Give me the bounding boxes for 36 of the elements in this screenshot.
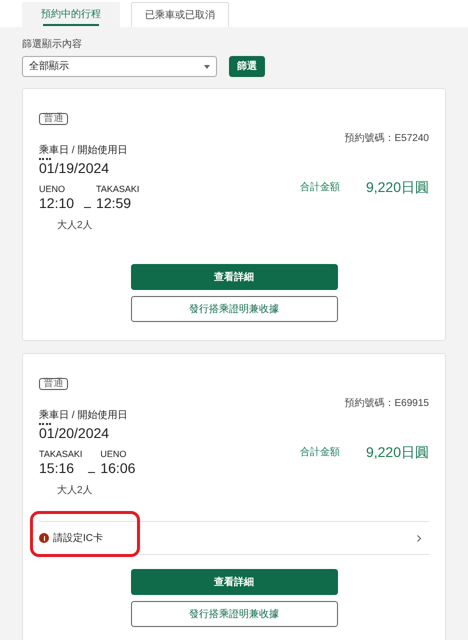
receipt-button[interactable]: 發行搭乘證明兼收據 [130, 296, 338, 322]
tab[interactable]: 已乘車或已取消 [131, 2, 229, 27]
filter-dropdown[interactable]: 全部顯示 [22, 56, 217, 77]
alert-text: 請設定IC卡 [53, 532, 103, 546]
arrival-time: 12:59 [96, 195, 132, 212]
class-badge: 普通 [39, 113, 68, 125]
passenger-count: 大人2人 [57, 220, 93, 231]
reservation-number: 預約號碼：E57240 [344, 133, 429, 145]
alert-icon [39, 533, 49, 543]
passenger-count: 大人2人 [57, 485, 93, 496]
details-button[interactable]: 查看詳細 [130, 264, 338, 290]
reservation-number: 預約號碼：E69915 [344, 398, 429, 410]
filter-button[interactable]: 篩選 [229, 56, 265, 77]
departure-station: TAKASAKI [39, 448, 82, 460]
arrival-station: UENO [100, 448, 128, 460]
details-button[interactable]: 查看詳細 [130, 569, 338, 595]
departure-time: 12:10 [39, 195, 76, 212]
filter-label: 篩選顯示內容 [22, 39, 83, 51]
total-label: 合計金額 [300, 446, 340, 460]
date-label: 乘車日 / 開始使用日 [39, 410, 128, 422]
total-amount: 9,220日圓 [366, 178, 429, 197]
dropdown-caret-icon [204, 64, 210, 68]
chevron-icon [417, 534, 421, 542]
date-label: 乘車日 / 開始使用日 [39, 145, 128, 157]
travel-date: 01/19/2024 [39, 160, 110, 177]
ic-card-alert-row[interactable]: 請設定IC卡 [39, 521, 429, 555]
total-amount: 9,220日圓 [366, 443, 429, 462]
departure-station: UENO [39, 183, 66, 195]
tab[interactable]: 預約中的行程 [22, 2, 120, 27]
travel-date: 01/20/2024 [39, 425, 110, 442]
arrival-station: TAKASAKI [96, 183, 140, 195]
departure-time: 15:16 [39, 460, 76, 477]
arrival-time: 16:06 [100, 460, 136, 477]
total-label: 合計金額 [300, 180, 340, 195]
class-badge: 普通 [39, 378, 68, 390]
receipt-button[interactable]: 發行搭乘證明兼收據 [130, 601, 338, 627]
